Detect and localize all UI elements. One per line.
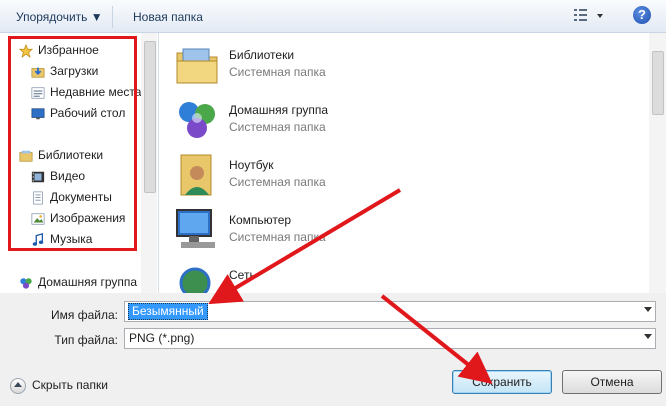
file-name: Сеть — [229, 268, 256, 282]
file-type: Системная папка — [229, 65, 326, 79]
view-options-icon — [574, 9, 603, 21]
list-item[interactable]: Сеть — [173, 261, 493, 293]
filetype-value: PNG (*.png) — [129, 331, 195, 345]
file-type: Системная папка — [229, 230, 326, 244]
toolbar: Упорядочить ▼ Новая папка ? — [0, 0, 666, 33]
file-name: Компьютер — [229, 213, 292, 227]
file-name: Библиотеки — [229, 48, 295, 62]
chevron-down-icon[interactable] — [644, 307, 652, 312]
save-button[interactable]: Сохранить — [452, 370, 552, 394]
chevron-down-icon[interactable] — [644, 334, 652, 339]
cancel-button[interactable]: Отмена — [562, 370, 662, 394]
organize-button[interactable]: Упорядочить ▼ — [16, 9, 103, 25]
view-options-button[interactable] — [572, 6, 606, 26]
libraries-folder-icon — [176, 48, 218, 84]
sidebar-item-label: Домашняя группа — [38, 275, 138, 289]
new-folder-button[interactable]: Новая папка — [133, 9, 203, 25]
file-type: Системная папка — [229, 120, 326, 134]
homegroup-icon — [20, 278, 32, 289]
navigation-scrollbar-thumb[interactable] — [144, 41, 156, 193]
list-item[interactable]: Библиотеки Системная папка — [173, 41, 493, 89]
file-name: Ноутбук — [229, 158, 274, 172]
file-type: Системная папка — [229, 175, 326, 189]
toolbar-separator — [112, 6, 113, 28]
file-list-scrollbar-thumb[interactable] — [652, 51, 664, 115]
homegroup-icon — [179, 102, 215, 138]
navigation-scrollbar[interactable] — [141, 33, 157, 293]
computer-icon — [176, 209, 215, 248]
annotation-highlight-box — [8, 36, 137, 251]
hide-folders-button[interactable]: Скрыть папки — [10, 376, 108, 394]
list-item[interactable]: Домашняя группа Системная папка — [173, 96, 493, 144]
collapse-arrow-icon — [10, 377, 26, 394]
filename-label: Имя файла: — [51, 308, 118, 322]
file-list: Библиотеки Системная папка Домашняя груп… — [159, 33, 666, 293]
filetype-label: Тип файла: — [54, 333, 118, 347]
list-item[interactable]: Ноутбук Системная папка — [173, 151, 493, 199]
filename-input[interactable]: Безымянный — [124, 301, 656, 322]
hide-folders-label: Скрыть папки — [32, 378, 108, 392]
filetype-select[interactable]: PNG (*.png) — [124, 328, 656, 349]
user-folder-icon — [180, 154, 212, 196]
network-icon — [179, 267, 211, 293]
file-list-scrollbar[interactable] — [649, 33, 666, 293]
help-button[interactable]: ? — [633, 6, 651, 24]
list-item[interactable]: Компьютер Системная папка — [173, 206, 493, 254]
sidebar-item-homegroup[interactable]: Домашняя группа — [18, 273, 137, 291]
filename-value[interactable]: Безымянный — [128, 303, 208, 320]
file-name: Домашняя группа — [229, 103, 329, 117]
